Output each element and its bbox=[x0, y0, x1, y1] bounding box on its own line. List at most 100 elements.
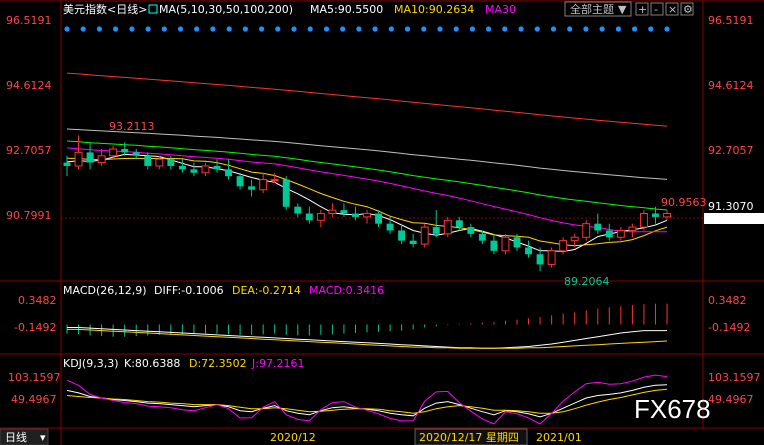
candle-body bbox=[536, 254, 544, 265]
candle-body bbox=[316, 213, 325, 221]
candle-body bbox=[513, 237, 521, 248]
candle-body bbox=[352, 213, 359, 217]
candle-body bbox=[582, 223, 591, 238]
ma-checkbox[interactable] bbox=[148, 4, 158, 14]
candle-body bbox=[248, 186, 256, 190]
ma-params: MA(5,10,30,50,100,200) bbox=[159, 3, 293, 16]
candle-body bbox=[467, 227, 475, 234]
period-tab-label: 日线 bbox=[5, 430, 27, 444]
candle-body bbox=[86, 152, 94, 163]
candle-body bbox=[663, 213, 671, 218]
kdj-d: D:72.3502 bbox=[189, 357, 247, 370]
ma50-line bbox=[66, 140, 668, 211]
minus-icon: - bbox=[654, 3, 658, 16]
signal-dot bbox=[145, 26, 151, 32]
signal-dot bbox=[161, 26, 167, 32]
signal-dot bbox=[453, 26, 459, 32]
candle-body bbox=[213, 165, 221, 170]
candle-body bbox=[74, 151, 83, 167]
ma30-value: MA30 bbox=[485, 3, 516, 16]
signal-dot bbox=[437, 26, 443, 32]
candle-body bbox=[178, 165, 186, 170]
candle-body bbox=[305, 213, 313, 221]
candle-body bbox=[616, 229, 625, 238]
kdj-series bbox=[66, 374, 668, 425]
candle-body bbox=[144, 155, 152, 166]
kdj-j-line bbox=[66, 374, 668, 425]
candle-body bbox=[294, 206, 302, 214]
signal-dot bbox=[502, 26, 508, 32]
candle-body bbox=[259, 179, 268, 191]
kdj-tick-right-0: 103.1597 bbox=[708, 371, 761, 384]
kdj-tick-left-0: 103.1597 bbox=[8, 371, 61, 384]
date-label-2: 2021/01 bbox=[536, 431, 582, 444]
watermark-logo: FX678 bbox=[634, 394, 711, 424]
signal-dot bbox=[226, 26, 232, 32]
signal-dot bbox=[113, 26, 119, 32]
candle-body bbox=[570, 236, 579, 242]
candle-body bbox=[375, 213, 382, 224]
high-price-label: 93.2113 bbox=[109, 120, 155, 133]
price-tick-left-0: 96.5191 bbox=[6, 14, 52, 27]
candle-body bbox=[420, 226, 429, 245]
signal-dot bbox=[583, 26, 589, 32]
candle-body bbox=[455, 220, 463, 228]
price-tick-right-0: 96.5191 bbox=[708, 14, 754, 27]
signal-dot bbox=[404, 26, 411, 32]
period-dropdown-icon: ▾ bbox=[40, 431, 46, 444]
signal-dot bbox=[615, 26, 622, 32]
candle-body bbox=[282, 179, 290, 207]
macd-series bbox=[66, 303, 668, 349]
macd-tick-left-0: 0.3482 bbox=[18, 294, 57, 307]
price-tick-left-2: 92.7057 bbox=[6, 144, 52, 157]
signal-dot bbox=[632, 26, 638, 32]
candle-body bbox=[559, 240, 568, 252]
candle-body bbox=[386, 223, 394, 231]
macd-tick-left-1: -0.1492 bbox=[14, 321, 56, 334]
candle-body bbox=[340, 210, 348, 214]
kdj-tick-left-1: 49.4967 bbox=[11, 393, 57, 406]
plus-icon: + bbox=[638, 3, 647, 16]
signal-dot bbox=[486, 26, 492, 32]
macd-tick-right-0: 0.3482 bbox=[708, 294, 747, 307]
ma10-value: MA10:90.2634 bbox=[394, 3, 474, 16]
instrument-label: 美元指数<日线> bbox=[63, 2, 147, 16]
signal-dot bbox=[291, 26, 297, 32]
macd-value: MACD:0.3416 bbox=[309, 284, 384, 297]
macd-diff: DIFF:-0.1006 bbox=[154, 284, 224, 297]
candle-body bbox=[594, 223, 602, 231]
signal-dot bbox=[242, 26, 248, 32]
signal-dot bbox=[372, 26, 378, 32]
candle-body bbox=[190, 169, 198, 173]
macd-title: MACD(26,12,9) bbox=[63, 284, 147, 297]
candle-body bbox=[432, 227, 440, 234]
candle-body bbox=[236, 176, 244, 187]
kdj-title: KDJ(9,3,3) bbox=[63, 357, 119, 370]
price-tick-right-1: 94.6124 bbox=[708, 79, 754, 92]
kdj-tick-right-1: 49.4967 bbox=[708, 393, 754, 406]
signal-dot bbox=[599, 26, 605, 32]
candle-body bbox=[270, 179, 279, 182]
signal-dot bbox=[518, 26, 524, 32]
signal-dot bbox=[323, 26, 330, 32]
candle-body bbox=[525, 247, 532, 255]
signal-dot bbox=[550, 26, 557, 32]
low-price-label: 89.2064 bbox=[564, 275, 610, 288]
signal-dot bbox=[469, 26, 475, 32]
candle-body bbox=[501, 236, 510, 252]
date-label-0: 2020/12 bbox=[270, 431, 316, 444]
signal-dot bbox=[356, 26, 362, 32]
kdj-k: K:80.6388 bbox=[124, 357, 180, 370]
price-tick-right-2: 92.7057 bbox=[708, 144, 754, 157]
date-label-1: 2020/12/17 星期四 bbox=[419, 431, 519, 444]
candle-body bbox=[628, 226, 637, 231]
chart-canvas[interactable]: 美元指数<日线> MA(5,10,30,50,100,200) MA5:90.5… bbox=[0, 0, 764, 445]
candle-body bbox=[443, 219, 452, 235]
ma5-value: MA5:90.5500 bbox=[310, 3, 383, 16]
candle-body bbox=[547, 250, 556, 265]
current-price-box bbox=[704, 213, 764, 224]
signal-dot bbox=[307, 26, 313, 32]
candle-body bbox=[605, 230, 613, 238]
signal-dot bbox=[664, 26, 670, 32]
signal-dot-row bbox=[64, 26, 670, 32]
